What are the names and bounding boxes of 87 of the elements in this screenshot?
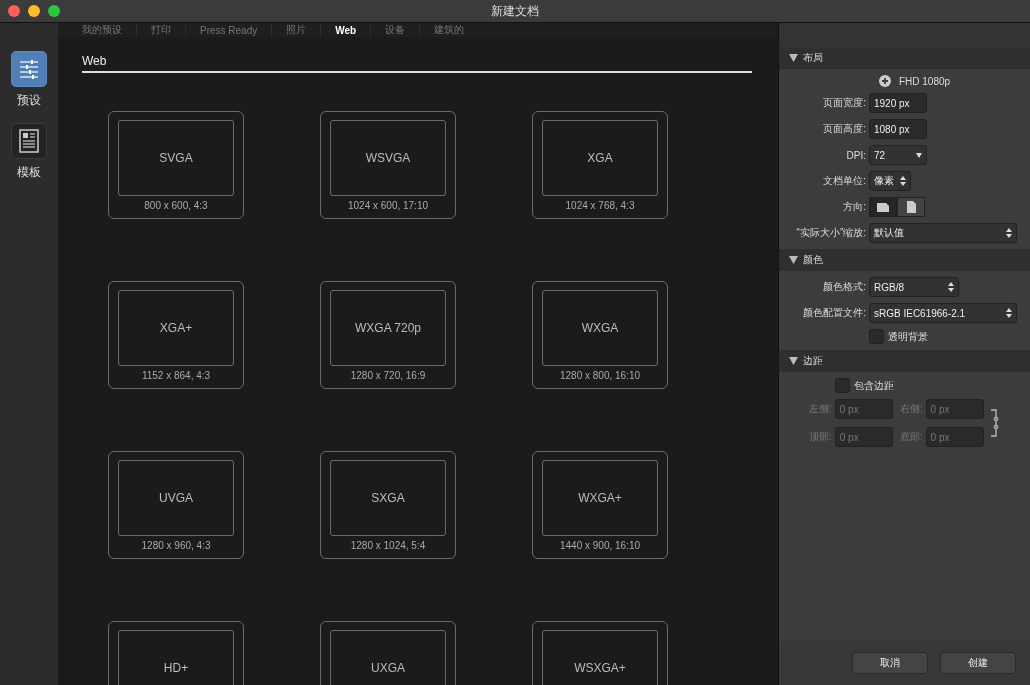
preset-size: 1024 x 768, 4:3 — [565, 200, 635, 211]
stepper-icon — [900, 176, 906, 186]
popup-button[interactable]: 默认值 — [869, 223, 1017, 243]
preset-size: 800 x 600, 4:3 — [144, 200, 208, 211]
stepper-icon — [948, 282, 954, 292]
field-label: “实际大小”缩放: — [795, 226, 866, 240]
disclosure-icon — [789, 256, 798, 264]
preset-card[interactable]: XGA+ 1152 x 864, 4:3 — [108, 281, 244, 389]
add-icon[interactable] — [878, 75, 891, 87]
disclosure-icon — [789, 54, 798, 62]
preset-name: UVGA — [159, 491, 193, 505]
preset-size: 1280 x 1024, 5:4 — [350, 540, 426, 551]
link-icon[interactable] — [989, 408, 1000, 438]
preset-card[interactable]: SXGA 1280 x 1024, 5:4 — [320, 451, 456, 559]
portrait-button[interactable] — [897, 197, 925, 217]
preset-name: WXGA 720p — [354, 321, 421, 335]
section-header[interactable]: 布局 — [779, 47, 1030, 69]
preset-card[interactable]: UVGA 1280 x 960, 4:3 — [108, 451, 244, 559]
preset-name: WXGA+ — [578, 491, 622, 505]
preset-size: 1280 x 800, 16:10 — [559, 370, 641, 381]
caret-icon — [916, 152, 922, 158]
dialog-button[interactable]: 取消 — [852, 652, 928, 674]
preset-name: SXGA — [371, 491, 405, 505]
landscape-page-icon — [877, 202, 889, 212]
dialog-button[interactable]: 创建 — [940, 652, 1016, 674]
preset-card[interactable]: UXGA — [320, 621, 456, 685]
field-label: 颜色格式: — [822, 280, 866, 294]
field-label: 方向: — [842, 200, 866, 214]
landscape-button[interactable] — [869, 197, 897, 217]
tab[interactable]: 照片 — [272, 23, 322, 37]
preset-card[interactable]: XGA 1024 x 768, 4:3 — [532, 111, 668, 219]
close-button[interactable] — [8, 5, 20, 17]
preset-size: 1280 x 720, 16:9 — [350, 370, 426, 381]
preset-name: UXGA — [371, 661, 405, 675]
preset-label: FHD 1080p — [898, 75, 951, 87]
window-title: 新建文档 — [491, 2, 539, 20]
preset-size: 1280 x 960, 4:3 — [141, 540, 211, 551]
document-icon — [19, 129, 39, 153]
input-field[interactable]: 1920 px — [869, 93, 927, 113]
preset-name: HD+ — [163, 661, 189, 675]
popup-button[interactable]: RGB/8 — [869, 277, 959, 297]
preset-name: WXGA — [581, 321, 619, 335]
preset-name: SVGA — [159, 151, 193, 165]
section-title: 颜色 — [803, 253, 823, 267]
zoom-button[interactable] — [48, 5, 60, 17]
preset-size: 1440 x 900, 16:10 — [559, 540, 641, 551]
preset-size: 1024 x 600, 17:10 — [347, 200, 429, 211]
popup-button[interactable]: 像素 — [869, 171, 911, 191]
tab[interactable]: 设备 — [371, 23, 421, 37]
preset-card[interactable]: WSVGA 1024 x 600, 17:10 — [320, 111, 456, 219]
section-title: 边距 — [803, 354, 823, 368]
tab[interactable]: Web — [321, 23, 372, 37]
popup-button[interactable]: sRGB IEC61966-2.1 — [869, 303, 1017, 323]
preset-card[interactable]: WXGA 720p 1280 x 720, 16:9 — [320, 281, 456, 389]
checkbox[interactable]: 包含边距 — [835, 378, 1030, 393]
field-label: 页面高度: — [822, 122, 866, 136]
input-field[interactable]: 1080 px — [869, 119, 927, 139]
tab[interactable]: 建筑的 — [420, 23, 479, 37]
field-label: 颜色配置文件: — [802, 306, 866, 320]
preset-card[interactable]: WXGA+ 1440 x 900, 16:10 — [532, 451, 668, 559]
tab[interactable]: 我的预设 — [68, 23, 137, 37]
field-label: 文档单位: — [822, 174, 866, 188]
section-header[interactable]: 边距 — [779, 350, 1030, 372]
preset-name: WSXGA+ — [574, 661, 626, 675]
section-heading: Web — [82, 54, 752, 73]
field-label: 页面宽度: — [822, 96, 866, 110]
preset-name: WSVGA — [365, 151, 411, 165]
stepper-icon — [1006, 228, 1012, 238]
tab[interactable]: Press Ready — [186, 23, 273, 37]
preset-card[interactable]: WXGA 1280 x 800, 16:10 — [532, 281, 668, 389]
preset-name: XGA — [587, 151, 613, 165]
checkbox[interactable]: 透明背景 — [869, 329, 928, 344]
minimize-button[interactable] — [28, 5, 40, 17]
stepper-icon — [1006, 308, 1012, 318]
section-title: 布局 — [803, 51, 823, 65]
preset-name: XGA+ — [159, 321, 193, 335]
preset-card[interactable]: WSXGA+ — [532, 621, 668, 685]
disclosure-icon — [789, 357, 798, 365]
sliders-icon — [18, 58, 40, 80]
portrait-page-icon — [906, 201, 916, 213]
field-label: DPI: — [845, 149, 866, 161]
section-header[interactable]: 颜色 — [779, 249, 1030, 271]
preset-card[interactable]: SVGA 800 x 600, 4:3 — [108, 111, 244, 219]
preset-size: 1152 x 864, 4:3 — [141, 370, 211, 381]
preset-card[interactable]: HD+ — [108, 621, 244, 685]
dropdown[interactable]: 72 — [869, 145, 927, 165]
tab[interactable]: 打印 — [137, 23, 186, 37]
